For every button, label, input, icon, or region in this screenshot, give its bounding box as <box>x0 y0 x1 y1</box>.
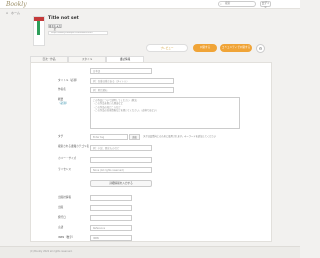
gear-icon[interactable]: ⚙ <box>256 44 265 53</box>
edition-label: 出版 <box>58 206 64 209</box>
preview-button[interactable]: プレビュー <box>146 44 188 52</box>
author-badge[interactable]: 著者名未設定 <box>48 24 62 31</box>
publish-date-input[interactable] <box>90 215 132 221</box>
license-select[interactable]: None (All rights reserved) <box>90 167 152 173</box>
breadcrumb[interactable]: ホーム <box>11 11 20 15</box>
edition-input[interactable] <box>90 205 132 211</box>
isbn-label: ISBN（数字） <box>58 236 75 239</box>
footer-copyright: (C) Bookly 2022 all rights reserved. <box>30 250 73 253</box>
search-input[interactable]: 検索 <box>218 1 256 7</box>
author-label: 作者名 <box>58 88 66 91</box>
author-input[interactable]: 例：夏目漱石 <box>90 87 174 93</box>
book-title: Title not set <box>48 16 79 21</box>
reference-label: 言語 <box>58 226 64 229</box>
summary-required: （必須） <box>58 102 69 105</box>
reference-input[interactable]: Reference <box>90 225 132 231</box>
category-label: 検索される書籍カテゴリ名 <box>58 145 90 148</box>
license-label: ライセンス <box>58 168 71 171</box>
tag-input[interactable]: Enter tag <box>90 134 128 140</box>
title-label: タイトル（必須） <box>58 79 79 82</box>
app-logo[interactable]: Bookly <box>6 1 27 8</box>
publisher-label: 出版社情報 <box>58 196 71 199</box>
cover-size-label: カバー・サイズ <box>58 157 77 160</box>
title-input[interactable]: 例：吾輩は猫である（タイトル） <box>90 78 174 84</box>
language-select[interactable]: 日本語 <box>90 68 152 74</box>
cover-spine <box>37 21 40 35</box>
book-url[interactable]: https://bookly.example.com/books/0000 <box>48 31 108 35</box>
community-publish-button[interactable]: コミュニティで公開する <box>220 44 252 52</box>
detail-info-button[interactable]: 詳細情報を入力する <box>90 180 152 187</box>
home-icon[interactable]: ⌂ <box>6 11 8 15</box>
summary-textarea[interactable]: この作品について説明してください（例文） ・この作品を書いた理由など ・この作品… <box>90 97 240 129</box>
add-tag-button[interactable]: 追加 <box>129 134 140 140</box>
cover-size-input[interactable] <box>90 157 152 163</box>
publish-button[interactable]: 公開する <box>193 44 217 52</box>
isbn-input[interactable]: ISBN <box>90 235 132 241</box>
tags-label: タグ <box>58 135 64 138</box>
publisher-input[interactable] <box>90 195 132 201</box>
category-input[interactable]: 例：小説、歴史ものなど <box>90 145 152 151</box>
publish-date-label: 発行日 <box>58 216 66 219</box>
tags-hint: タグは品質向上のために使用されます。キーワードを追加してください <box>143 135 217 138</box>
search-icon: ⌕ <box>220 2 222 6</box>
login-button[interactable]: ログイン <box>260 1 271 9</box>
